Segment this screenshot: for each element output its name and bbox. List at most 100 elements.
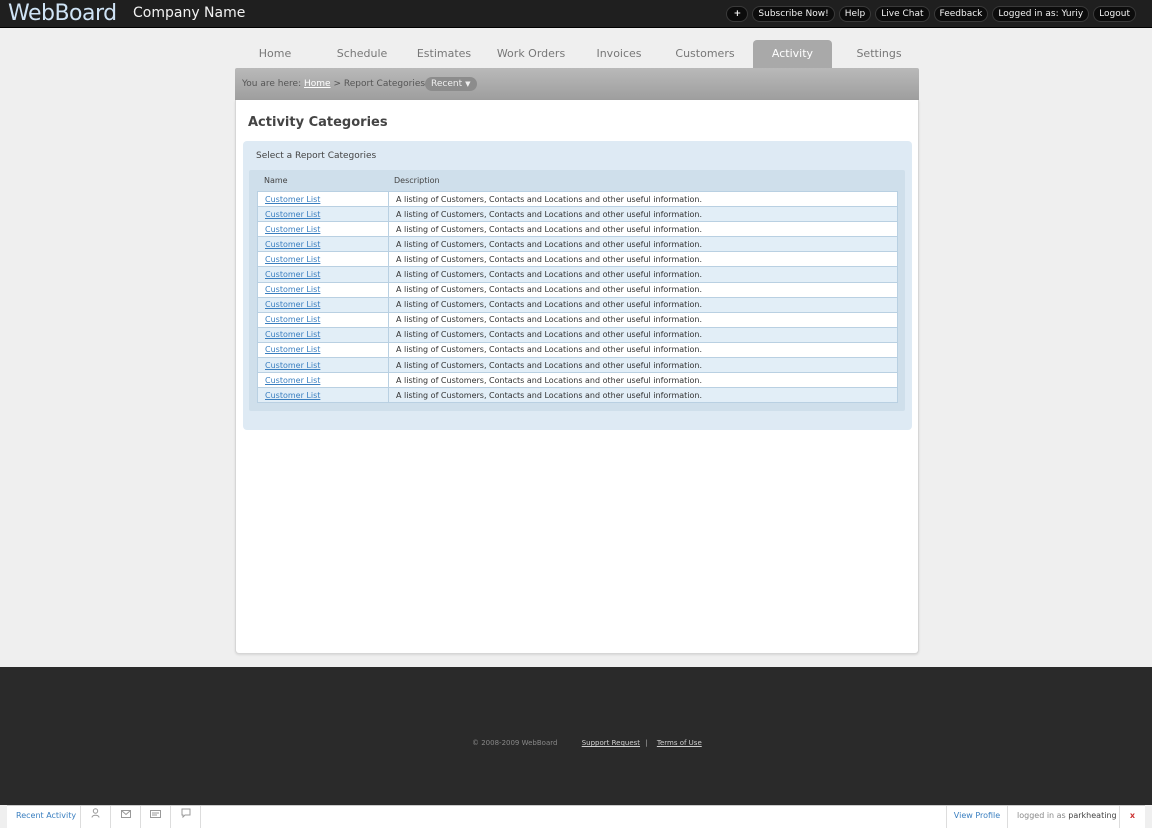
- footer-separator: |: [645, 739, 648, 747]
- category-description: A listing of Customers, Contacts and Loc…: [388, 266, 898, 283]
- footer: © 2008-2009 WebBoard Support Request | T…: [0, 667, 1152, 805]
- category-name-cell: Customer List: [257, 296, 389, 313]
- categories-table: Customer List A listing of Customers, Con…: [257, 190, 898, 404]
- category-link[interactable]: Customer List: [265, 345, 320, 354]
- category-link[interactable]: Customer List: [265, 195, 320, 204]
- category-description: A listing of Customers, Contacts and Loc…: [388, 341, 898, 359]
- top-bar: WebBoard Company Name + Subscribe Now! H…: [0, 0, 1152, 28]
- subscribe-link[interactable]: Subscribe Now!: [752, 6, 835, 22]
- content-panel: Activity Categories Select a Report Cate…: [235, 100, 919, 654]
- category-name-cell: Customer List: [257, 236, 389, 253]
- user-icon[interactable]: [81, 806, 111, 828]
- categories-table-container: Name Description Customer List A listing …: [249, 170, 905, 411]
- breadcrumb-prefix: You are here:: [242, 79, 302, 89]
- terms-of-use-link[interactable]: Terms of Use: [657, 739, 702, 747]
- page-title: Activity Categories: [248, 115, 388, 130]
- category-name-cell: Customer List: [257, 190, 389, 208]
- select-label: Select a Report Categories: [256, 151, 377, 161]
- tab-settings[interactable]: Settings: [840, 40, 918, 69]
- category-description: A listing of Customers, Contacts and Loc…: [388, 372, 898, 389]
- table-row: Customer List A listing of Customers, Con…: [257, 326, 898, 343]
- category-name-cell: Customer List: [257, 372, 389, 389]
- category-link[interactable]: Customer List: [265, 376, 320, 385]
- logged-in-username: parkheating: [1068, 811, 1117, 820]
- tab-schedule[interactable]: Schedule: [323, 40, 401, 69]
- category-description: A listing of Customers, Contacts and Loc…: [388, 326, 898, 343]
- report-categories-panel: Select a Report Categories Name Descript…: [243, 141, 912, 430]
- add-button[interactable]: +: [726, 6, 749, 22]
- table-row: Customer List A listing of Customers, Con…: [257, 341, 898, 359]
- category-link[interactable]: Customer List: [265, 300, 320, 309]
- category-link[interactable]: Customer List: [265, 240, 320, 249]
- category-name-cell: Customer List: [257, 281, 389, 298]
- breadcrumb-home-link[interactable]: Home: [304, 79, 331, 89]
- table-row: Customer List A listing of Customers, Con…: [257, 387, 898, 404]
- category-link[interactable]: Customer List: [265, 315, 320, 324]
- view-profile-link[interactable]: View Profile: [946, 806, 1008, 828]
- tab-customers[interactable]: Customers: [666, 40, 744, 69]
- table-row: Customer List A listing of Customers, Con…: [257, 357, 898, 374]
- table-row: Customer List A listing of Customers, Con…: [257, 266, 898, 283]
- category-name-cell: Customer List: [257, 251, 389, 268]
- breadcrumb-separator: >: [333, 79, 341, 89]
- breadcrumb-bar: You are here: Home > Report Categories R…: [235, 68, 919, 100]
- table-row: Customer List A listing of Customers, Con…: [257, 206, 898, 223]
- category-name-cell: Customer List: [257, 266, 389, 283]
- mail-icon[interactable]: [111, 806, 141, 828]
- recent-dropdown[interactable]: Recent ▼: [425, 77, 477, 91]
- tab-work-orders[interactable]: Work Orders: [492, 40, 570, 69]
- card-icon[interactable]: [141, 806, 171, 828]
- footer-links: © 2008-2009 WebBoard Support Request | T…: [472, 739, 702, 747]
- category-name-cell: Customer List: [257, 206, 389, 223]
- tab-home[interactable]: Home: [236, 40, 314, 69]
- category-description: A listing of Customers, Contacts and Loc…: [388, 190, 898, 208]
- category-description: A listing of Customers, Contacts and Loc…: [388, 221, 898, 238]
- top-links: + Subscribe Now! Help Live Chat Feedback…: [726, 6, 1136, 22]
- table-row: Customer List A listing of Customers, Con…: [257, 221, 898, 238]
- category-name-cell: Customer List: [257, 341, 389, 359]
- category-link[interactable]: Customer List: [265, 255, 320, 264]
- close-icon[interactable]: x: [1120, 806, 1145, 828]
- caret-down-icon: ▼: [465, 80, 471, 88]
- logged-in-user[interactable]: Logged in as: Yuriy: [992, 6, 1090, 22]
- logged-in-as: logged in as parkheating: [1008, 806, 1120, 828]
- category-link[interactable]: Customer List: [265, 361, 320, 370]
- category-link[interactable]: Customer List: [265, 330, 320, 339]
- logged-in-prefix: logged in as: [1017, 811, 1066, 820]
- tab-invoices[interactable]: Invoices: [580, 40, 658, 69]
- table-row: Customer List A listing of Customers, Con…: [257, 311, 898, 328]
- column-header-name: Name: [264, 176, 288, 185]
- help-link[interactable]: Help: [838, 6, 872, 22]
- category-name-cell: Customer List: [257, 387, 389, 404]
- logout-link[interactable]: Logout: [1093, 6, 1136, 22]
- category-description: A listing of Customers, Contacts and Loc…: [388, 296, 898, 313]
- table-row: Customer List A listing of Customers, Con…: [257, 281, 898, 298]
- tab-estimates[interactable]: Estimates: [405, 40, 483, 69]
- recent-activity-link[interactable]: Recent Activity: [7, 806, 81, 828]
- category-description: A listing of Customers, Contacts and Loc…: [388, 236, 898, 253]
- category-link[interactable]: Customer List: [265, 225, 320, 234]
- category-description: A listing of Customers, Contacts and Loc…: [388, 206, 898, 223]
- support-request-link[interactable]: Support Request: [582, 739, 640, 747]
- column-header-description: Description: [394, 176, 440, 185]
- table-row: Customer List A listing of Customers, Con…: [257, 190, 898, 208]
- category-link[interactable]: Customer List: [265, 391, 320, 400]
- category-link[interactable]: Customer List: [265, 270, 320, 279]
- bottom-bar: Recent Activity View Profile logged in a…: [7, 805, 1145, 828]
- logo[interactable]: WebBoard: [8, 1, 117, 26]
- breadcrumb-current: Report Categories: [343, 79, 426, 89]
- chat-icon[interactable]: [171, 806, 201, 828]
- category-description: A listing of Customers, Contacts and Loc…: [388, 251, 898, 268]
- feedback-link[interactable]: Feedback: [933, 6, 989, 22]
- category-description: A listing of Customers, Contacts and Loc…: [388, 311, 898, 328]
- main-nav: Home Schedule Estimates Work Orders Invo…: [236, 40, 918, 69]
- live-chat-link[interactable]: Live Chat: [875, 6, 930, 22]
- table-row: Customer List A listing of Customers, Con…: [257, 251, 898, 268]
- category-link[interactable]: Customer List: [265, 210, 320, 219]
- company-name: Company Name: [133, 5, 246, 21]
- tab-activity[interactable]: Activity: [753, 40, 832, 69]
- category-description: A listing of Customers, Contacts and Loc…: [388, 281, 898, 298]
- category-name-cell: Customer List: [257, 326, 389, 343]
- breadcrumb: You are here: Home > Report Categories: [242, 79, 425, 89]
- category-link[interactable]: Customer List: [265, 285, 320, 294]
